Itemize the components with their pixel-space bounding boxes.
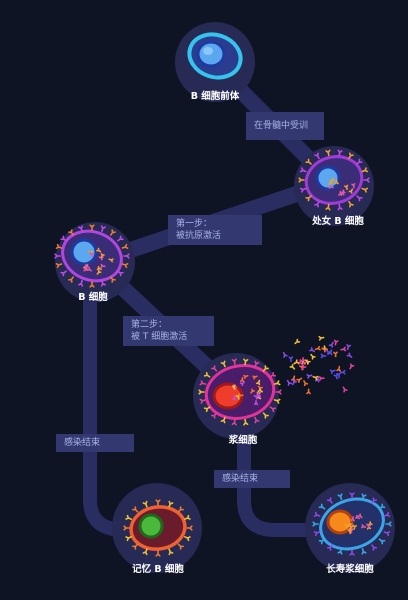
antibody-glyph: [296, 377, 303, 383]
antibody-glyph: [306, 374, 313, 379]
antibody-glyph: [333, 339, 339, 346]
antibody-glyph: [346, 344, 351, 351]
antibody-cloud: [282, 335, 355, 395]
long-plasma-label: 长寿浆细胞: [326, 564, 374, 575]
antibody-glyph: [333, 351, 338, 358]
step-one-text: 被抗原激活: [176, 231, 222, 241]
plasma-label: 浆细胞: [228, 435, 258, 446]
antibody-glyph: [310, 353, 316, 360]
antibody-glyph: [328, 341, 334, 348]
step-trained-in-marrow: 在骨髓中受训: [246, 112, 324, 140]
step-infection-end-memory-text: 感染结束: [64, 438, 101, 448]
naive-b-label: 处女 B 细胞: [312, 216, 364, 227]
step-trained-in-marrow-text: 在骨髓中受训: [254, 121, 309, 131]
antibody-glyph: [342, 386, 348, 393]
antibody-glyph: [303, 380, 309, 387]
antibody-glyph: [282, 351, 288, 358]
step-two-t-cell: 第二步： 被 T 细胞激活: [123, 316, 214, 346]
memory-b-label: 记忆 B 细胞: [132, 564, 184, 575]
antibody-glyph: [320, 353, 327, 359]
antibody-glyph: [288, 356, 294, 363]
step-one-antigen: 第一步： 被抗原激活: [168, 215, 262, 245]
antibody-glyph: [293, 359, 300, 365]
antibody-glyph: [336, 365, 341, 372]
antibody-glyph: [340, 346, 347, 352]
step-one-title: 第一步：: [176, 219, 213, 229]
antibody-glyph: [339, 369, 346, 375]
antibody-glyph: [306, 388, 311, 395]
antibody-glyph: [318, 335, 325, 341]
antibody-glyph: [346, 352, 353, 358]
antibody-glyph: [289, 363, 296, 370]
b-cell-lifecycle-diagram: B 细胞前体 处女 B 细胞 B 细胞 浆细胞 记忆 B 细胞 长寿浆细胞 在骨…: [0, 0, 408, 600]
step-two-title: 第二步：: [131, 320, 168, 330]
antibody-glyph: [309, 347, 316, 353]
step-infection-end-plasma: 感染结束: [214, 470, 290, 488]
antibody-glyph: [349, 363, 355, 370]
antibody-glyph: [314, 345, 321, 351]
step-infection-end-memory: 感染结束: [56, 434, 134, 452]
b-cell-label: B 细胞: [78, 292, 108, 303]
antibody-glyph: [321, 347, 328, 353]
step-two-text: 被 T 细胞激活: [131, 332, 188, 342]
antibody-glyph: [312, 375, 319, 381]
antibody-glyph: [329, 369, 336, 375]
step-infection-end-plasma-text: 感染结束: [222, 474, 259, 484]
pro-b-label: B 细胞前体: [190, 91, 240, 102]
antibody-glyph: [294, 338, 301, 345]
antibody-glyph: [286, 379, 292, 386]
antibody-glyph: [318, 375, 325, 381]
